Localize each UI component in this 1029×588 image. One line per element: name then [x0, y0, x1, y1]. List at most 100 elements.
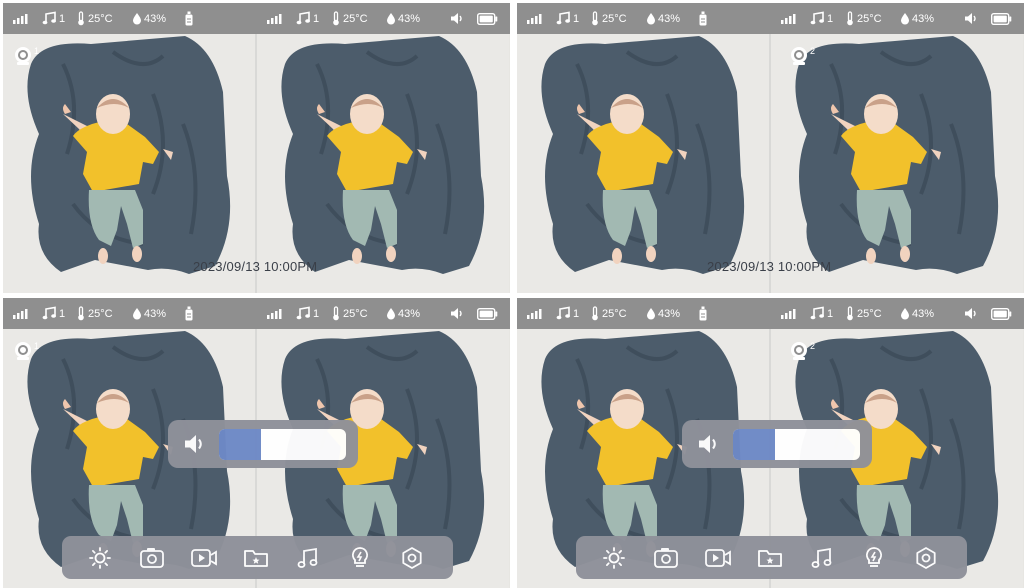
- music-status: 1: [296, 3, 319, 34]
- temperature-status: 25°C: [76, 298, 113, 329]
- humidity-drop-icon: [901, 13, 909, 25]
- status-bar: 1 25°C 43% 1 25°C 43%: [3, 298, 510, 329]
- snapshot-button[interactable]: [138, 544, 166, 572]
- thermometer-icon: [592, 11, 598, 26]
- camera-indicator[interactable]: 1: [13, 341, 39, 361]
- video-record-icon: [191, 549, 217, 567]
- battery-icon: [991, 298, 1012, 329]
- volume-fill: [733, 429, 775, 460]
- camera-feed-right: [257, 34, 509, 293]
- temperature-value: 25°C: [857, 307, 882, 320]
- music-icon: [297, 547, 318, 568]
- lullaby-button[interactable]: [808, 544, 836, 572]
- humidity-status: 43%: [900, 3, 934, 34]
- video-timestamp: 2023/09/13 10:00PM: [707, 259, 832, 274]
- settings-button[interactable]: [912, 544, 940, 572]
- music-channel: 1: [313, 307, 320, 320]
- humidity-value: 43%: [398, 307, 421, 320]
- camera-number: 2: [810, 46, 816, 56]
- temperature-status: 25°C: [331, 3, 368, 34]
- snapshot-button[interactable]: [652, 544, 680, 572]
- settings-icon: [402, 547, 422, 569]
- humidity-status: 43%: [132, 298, 166, 329]
- thermometer-icon: [592, 306, 598, 321]
- volume-slider[interactable]: [219, 429, 346, 460]
- signal-icon: [526, 3, 543, 34]
- gallery-button[interactable]: [756, 544, 784, 572]
- signal-icon: [526, 298, 543, 329]
- speaker-icon: [450, 298, 464, 329]
- signal-icon: [780, 298, 797, 329]
- camera-feed-left: [517, 34, 769, 293]
- control-toolbar: [576, 536, 967, 579]
- gallery-button[interactable]: [242, 544, 270, 572]
- camera-feed-left: [3, 34, 255, 293]
- camera-number: 1: [34, 341, 40, 351]
- music-channel: 1: [827, 12, 834, 25]
- baby-bottle-icon: [698, 298, 708, 329]
- signal-icon: [12, 3, 29, 34]
- music-icon: [811, 547, 832, 568]
- speaker-icon: [450, 3, 464, 34]
- camera-indicator[interactable]: 2: [789, 46, 815, 66]
- temperature-status: 25°C: [76, 3, 113, 34]
- brightness-icon: [603, 547, 625, 569]
- signal-icon: [266, 298, 283, 329]
- humidity-status: 43%: [386, 3, 420, 34]
- music-channel: 1: [573, 12, 580, 25]
- music-status: 1: [42, 298, 65, 329]
- camera-lens-icon: [15, 342, 31, 360]
- music-channel: 1: [313, 12, 320, 25]
- music-status: 1: [42, 3, 65, 34]
- camera-lens-icon: [15, 47, 31, 65]
- lullaby-button[interactable]: [294, 544, 322, 572]
- brightness-icon: [89, 547, 111, 569]
- monitor-screen-4: 1 25°C 43% 1 25°C 43% 2: [517, 298, 1024, 588]
- settings-icon: [916, 547, 936, 569]
- brightness-button[interactable]: [600, 544, 628, 572]
- night-light-button[interactable]: [346, 544, 374, 572]
- control-toolbar: [62, 536, 453, 579]
- music-note-icon: [296, 306, 310, 320]
- record-video-button[interactable]: [704, 544, 732, 572]
- humidity-drop-icon: [387, 308, 395, 320]
- record-video-button[interactable]: [190, 544, 218, 572]
- folder-icon: [758, 550, 782, 567]
- humidity-value: 43%: [912, 307, 935, 320]
- speaker-icon: [964, 298, 978, 329]
- temperature-value: 25°C: [343, 12, 368, 25]
- folder-icon: [244, 550, 268, 567]
- humidity-status: 43%: [900, 298, 934, 329]
- humidity-drop-icon: [647, 13, 655, 25]
- signal-icon: [780, 3, 797, 34]
- light-icon: [352, 547, 368, 567]
- speaker-icon: [699, 435, 716, 453]
- settings-button[interactable]: [398, 544, 426, 572]
- humidity-status: 43%: [386, 298, 420, 329]
- volume-popup: [682, 420, 872, 468]
- humidity-value: 43%: [398, 12, 421, 25]
- humidity-drop-icon: [133, 13, 141, 25]
- split-divider: [769, 34, 771, 293]
- night-light-button[interactable]: [860, 544, 888, 572]
- camera-feed-right: [771, 34, 1023, 293]
- music-note-icon: [42, 11, 56, 25]
- humidity-drop-icon: [387, 13, 395, 25]
- brightness-button[interactable]: [86, 544, 114, 572]
- video-record-icon: [705, 549, 731, 567]
- music-note-icon: [810, 306, 824, 320]
- temperature-value: 25°C: [88, 307, 113, 320]
- music-status: 1: [810, 3, 833, 34]
- status-bar: 1 25°C 43% 1 25°C 43%: [3, 3, 510, 34]
- temperature-status: 25°C: [331, 298, 368, 329]
- volume-slider[interactable]: [733, 429, 860, 460]
- camera-icon: [654, 548, 678, 568]
- camera-indicator[interactable]: 2: [789, 341, 815, 361]
- camera-icon: [140, 548, 164, 568]
- humidity-status: 43%: [132, 3, 166, 34]
- thermometer-icon: [847, 11, 853, 26]
- camera-indicator[interactable]: 1: [13, 46, 39, 66]
- humidity-value: 43%: [658, 307, 681, 320]
- temperature-value: 25°C: [602, 12, 627, 25]
- thermometer-icon: [333, 306, 339, 321]
